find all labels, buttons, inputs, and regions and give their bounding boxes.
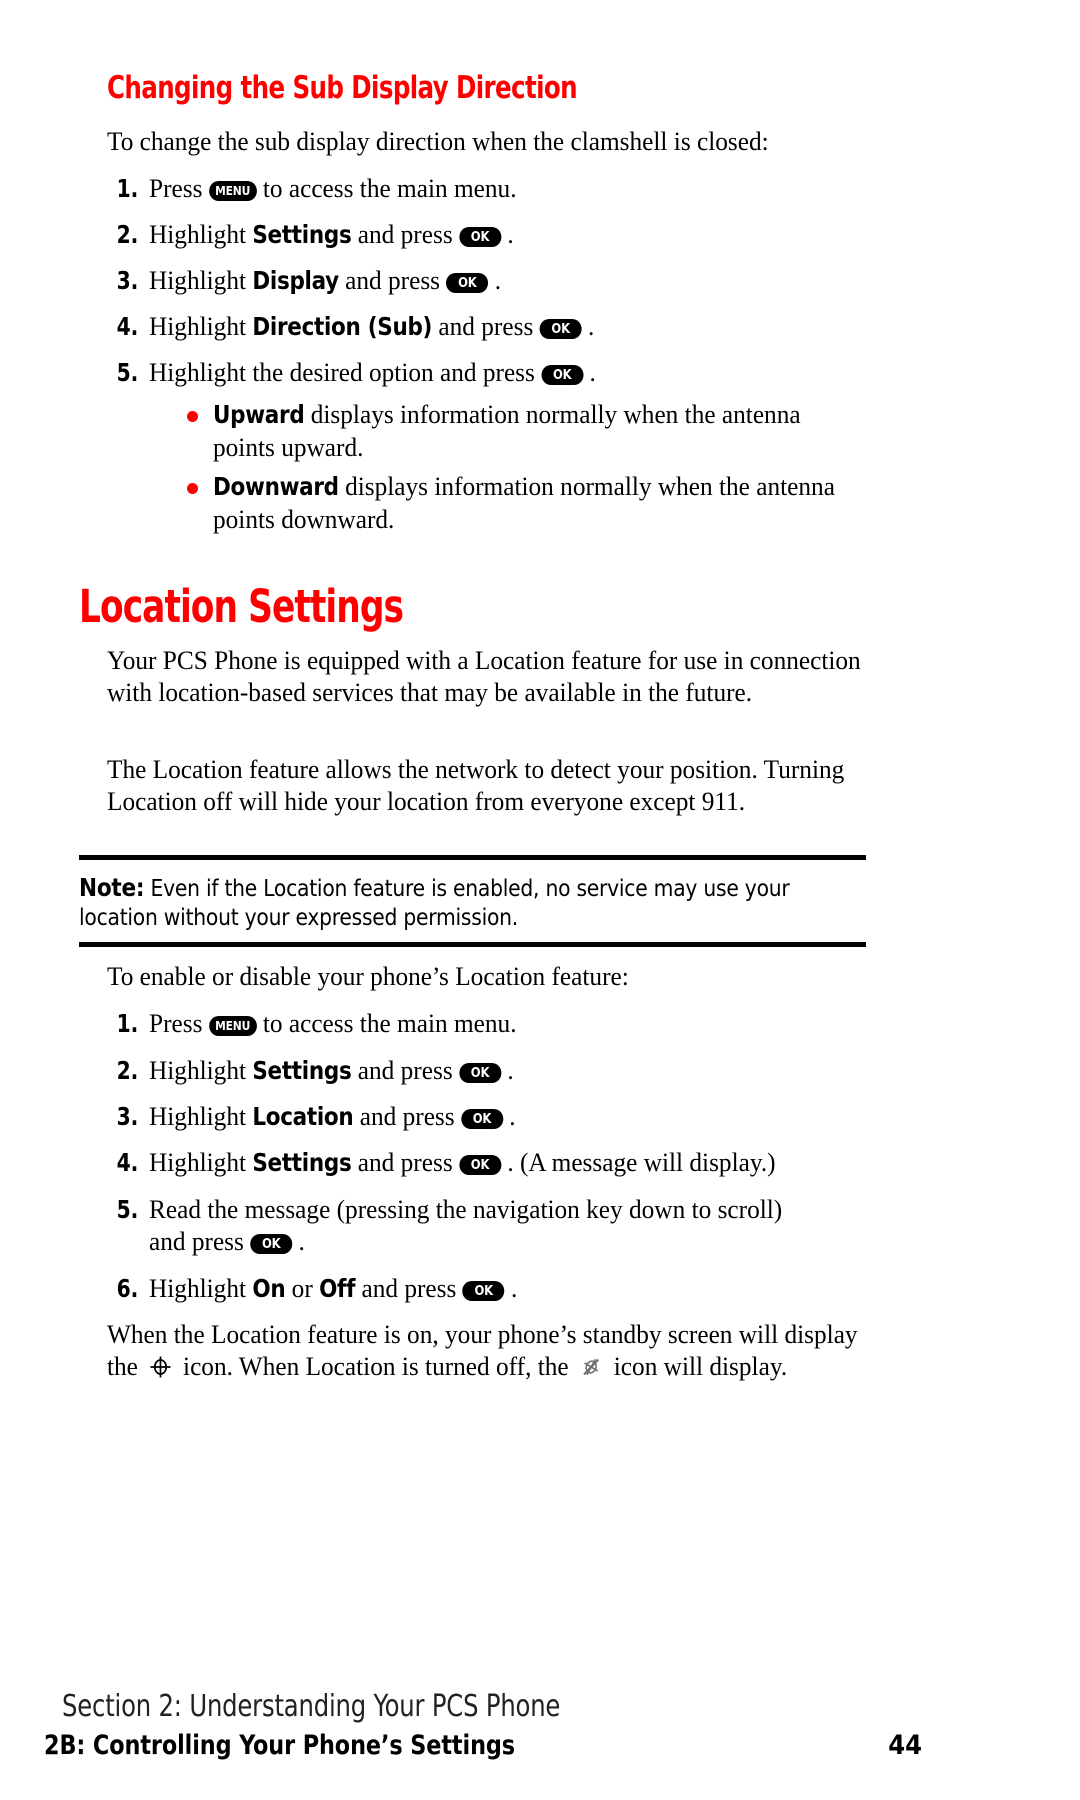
step-item: 5. Read the message (pressing the naviga… — [107, 1193, 812, 1226]
step-text-continued: and press OK . — [149, 1226, 305, 1256]
list-item: Upward displays information normally whe… — [187, 398, 887, 464]
manual-page: Changing the Sub Display Direction To ch… — [0, 0, 1080, 1800]
step-text: Highlight Display and press OK . — [149, 265, 502, 295]
step-text: Highlight the desired option and press O… — [149, 357, 596, 387]
step-item: 1. Press MENU to access the main menu. — [107, 1007, 534, 1040]
ok-key-icon[interactable]: OK — [539, 319, 582, 339]
menu-keyword: Location — [252, 1102, 354, 1131]
step-text: Highlight On or Off and press OK . — [149, 1273, 518, 1303]
footer-chapter-label: 2B: Controlling Your Phone’s Settings — [44, 1730, 516, 1761]
step-text: Highlight Settings and press OK . — [149, 1055, 514, 1085]
step-item: 3. Highlight Location and press OK . — [107, 1100, 533, 1133]
step-item: 1. Press MENU to access the main menu. — [107, 172, 534, 205]
page-title-location-settings: Location Settings — [79, 580, 404, 633]
ok-key-icon[interactable]: OK — [250, 1234, 293, 1254]
ok-key-icon[interactable]: OK — [460, 1109, 503, 1129]
location-paragraph-1: Your PCS Phone is equipped with a Locati… — [107, 645, 861, 708]
menu-keyword: Settings — [252, 1056, 352, 1085]
step-text: Press MENU to access the main menu. — [149, 1008, 517, 1038]
menu-keyword: Settings — [252, 220, 352, 249]
step-number: 5. — [116, 358, 139, 387]
list-item: Downward displays information normally w… — [187, 470, 899, 536]
footer-page-number: 44 — [888, 1730, 922, 1761]
step-number: 2. — [116, 220, 139, 249]
step-number: 3. — [116, 1102, 139, 1131]
step-number: 2. — [116, 1056, 139, 1085]
ok-key-icon[interactable]: OK — [459, 227, 502, 247]
note-label: Note: — [79, 873, 145, 902]
note-text: Note: Even if the Location feature is en… — [79, 873, 790, 931]
menu-keyword: Settings — [252, 1148, 352, 1177]
step-number: 5. — [116, 1195, 139, 1224]
menu-keyword: Display — [252, 266, 339, 295]
step-text: Press MENU to access the main menu. — [149, 173, 517, 203]
location-closing-paragraph: When the Location feature is on, your ph… — [107, 1319, 858, 1382]
footer-section-label: Section 2: Understanding Your PCS Phone — [62, 1689, 561, 1724]
step-item: 4. Highlight Direction (Sub) and press O… — [107, 310, 615, 343]
option-keyword: Upward — [213, 400, 305, 429]
step-number: 4. — [116, 312, 139, 341]
step-item: 2. Highlight Settings and press OK . — [107, 218, 531, 251]
menu-key-icon[interactable]: MENU — [208, 181, 257, 201]
location-steps-intro: To enable or disable your phone’s Locati… — [107, 961, 629, 991]
step-text: Read the message (pressing the navigatio… — [149, 1194, 783, 1224]
ok-key-icon[interactable]: OK — [462, 1281, 505, 1301]
step-text: Highlight Direction (Sub) and press OK . — [149, 311, 595, 341]
location-off-icon — [580, 1354, 603, 1378]
bullet-text: Downward displays information normally w… — [213, 471, 835, 535]
ok-key-icon[interactable]: OK — [446, 273, 489, 293]
step-item: 4. Highlight Settings and press OK . (A … — [107, 1146, 805, 1179]
option-keyword-off: Off — [319, 1274, 356, 1303]
ok-key-icon[interactable]: OK — [459, 1063, 502, 1083]
bullet-dot-icon — [187, 411, 198, 422]
option-keyword-on: On — [252, 1274, 286, 1303]
step-text: Highlight Location and press OK . — [149, 1101, 516, 1131]
section-heading-sub-display: Changing the Sub Display Direction — [107, 70, 578, 106]
bullet-dot-icon — [187, 483, 198, 494]
option-keyword: Downward — [213, 472, 339, 501]
ok-key-icon[interactable]: OK — [459, 1155, 502, 1175]
step-number: 1. — [116, 1009, 139, 1038]
menu-keyword: Direction (Sub) — [252, 312, 433, 341]
ok-key-icon[interactable]: OK — [541, 365, 584, 385]
step-text: Highlight Settings and press OK . — [149, 219, 514, 249]
step-item: 5. Highlight the desired option and pres… — [107, 356, 617, 389]
step-item: 2. Highlight Settings and press OK . — [107, 1054, 531, 1087]
step-text: Highlight Settings and press OK . (A mes… — [149, 1147, 776, 1177]
step-number: 4. — [116, 1148, 139, 1177]
step-item: 3. Highlight Display and press OK . — [107, 264, 518, 297]
step-item: 6. Highlight On or Off and press OK . — [107, 1272, 535, 1305]
note-rule-bottom — [79, 942, 866, 947]
step-number: 6. — [116, 1274, 139, 1303]
menu-key-icon[interactable]: MENU — [208, 1016, 257, 1036]
note-box: Note: Even if the Location feature is en… — [79, 855, 866, 947]
step-number: 3. — [116, 266, 139, 295]
step-number: 1. — [116, 174, 139, 203]
location-paragraph-2: The Location feature allows the network … — [107, 754, 845, 817]
sub-display-intro: To change the sub display direction when… — [107, 126, 769, 156]
bullet-text: Upward displays information normally whe… — [213, 399, 801, 463]
location-on-icon — [149, 1354, 172, 1378]
